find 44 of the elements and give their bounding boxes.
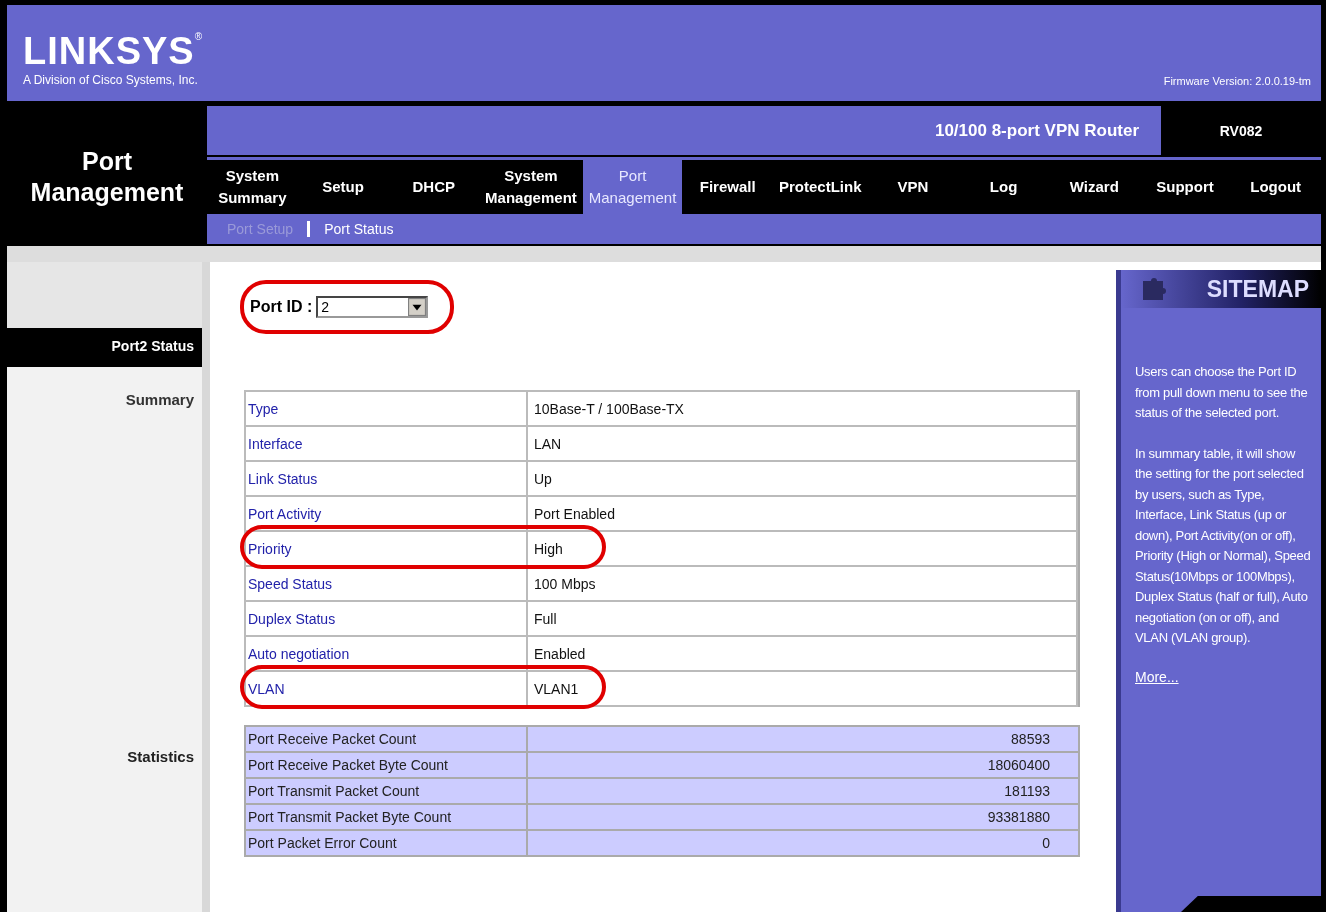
- more-link[interactable]: More...: [1135, 668, 1313, 685]
- field-value: 10Base-T / 100Base-TX: [527, 391, 1077, 426]
- field-name: Duplex Status: [245, 601, 527, 636]
- registered-mark: ®: [194, 31, 203, 42]
- nav-tab[interactable]: Port Management: [582, 157, 683, 215]
- port-id-select[interactable]: 2: [316, 296, 429, 318]
- stat-name: Port Receive Packet Count: [245, 726, 527, 752]
- field-name: Interface: [245, 426, 527, 461]
- field-name: Priority: [245, 531, 527, 566]
- stat-name: Port Transmit Packet Count: [245, 778, 527, 804]
- field-name: VLAN: [245, 671, 527, 706]
- help-paragraph: Users can choose the Port ID from pull down menu to see the status of the selected port.: [1135, 363, 1309, 422]
- field-value: 100 Mbps: [527, 566, 1077, 601]
- subtab-link[interactable]: Port Status: [324, 221, 394, 238]
- tagline: A Division of Cisco Systems, Inc.: [23, 73, 199, 87]
- product-name: 10/100 8-port VPN Router: [934, 120, 1140, 141]
- field-name: Link Status: [245, 461, 527, 496]
- stat-value: 0: [527, 830, 1079, 856]
- stat-value: 93381880: [527, 804, 1079, 830]
- stat-value: 88593: [527, 726, 1079, 752]
- stat-name: Port Receive Packet Byte Count: [245, 752, 527, 778]
- field-value: LAN: [527, 426, 1077, 461]
- field-name: Port Activity: [245, 496, 527, 531]
- field-value: Full: [527, 601, 1077, 636]
- statistics-label: Statistics: [126, 747, 195, 765]
- stat-name: Port Transmit Packet Byte Count: [245, 804, 527, 830]
- section-heading: Port2 Status: [7, 328, 202, 367]
- field-value: Up: [527, 461, 1077, 496]
- firmware-version: Firmware Version: 2.0.0.19-tm: [1163, 75, 1311, 87]
- field-value: Port Enabled: [527, 496, 1077, 531]
- help-paragraph: In summary table, it will show the setting for the port selected by users, such as Type, Interface, Link Status (up or down), Port Activity(on or off), Priority (High or Normal), Speed Status(10Mbps or 100Mbps), Duplex Status (half or full), Auto negotiation (on or off), and VLAN (VLAN group).: [1135, 444, 1312, 647]
- field-value: Enabled: [527, 636, 1077, 671]
- port-id-label: Port ID :: [250, 298, 313, 316]
- stat-name: Port Packet Error Count: [245, 830, 527, 856]
- field-name: Type: [245, 391, 527, 426]
- field-name: Speed Status: [245, 566, 527, 601]
- field-name: Auto negotiation: [245, 636, 527, 671]
- stat-value: 18060400: [527, 752, 1079, 778]
- stat-value: 181193: [527, 778, 1079, 804]
- summary-label: Summary: [124, 390, 195, 408]
- model-name: RV082: [1161, 106, 1321, 156]
- linksys-logo: LINKSYS: [23, 31, 195, 71]
- sitemap-title: SITEMAP: [1206, 275, 1309, 303]
- page-title: Port Management: [29, 146, 185, 208]
